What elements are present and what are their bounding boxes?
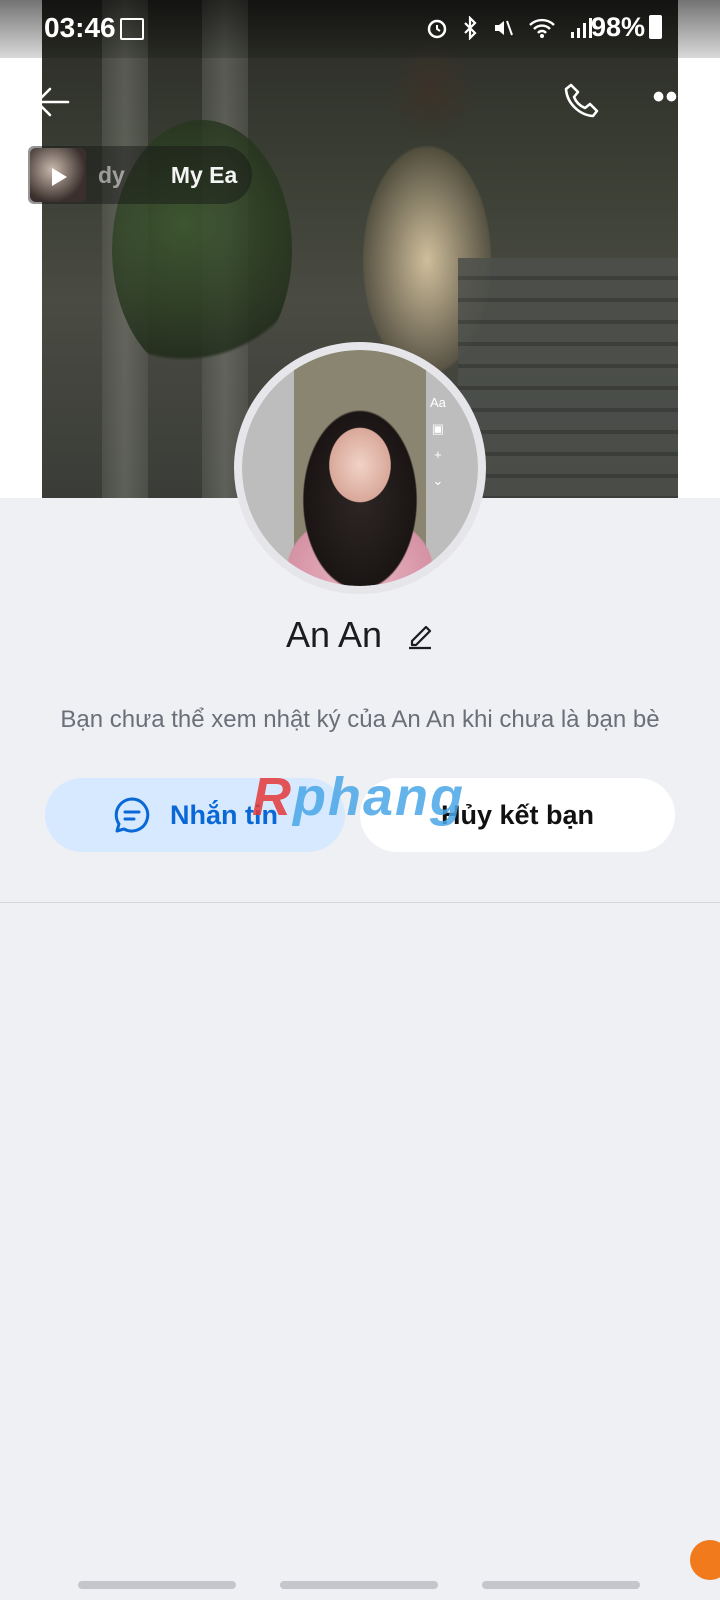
music-title: dy My Ea (98, 162, 237, 189)
privacy-note: Bạn chưa thể xem nhật ký của An An khi c… (60, 706, 660, 733)
status-bar: 03:46 98% (0, 0, 720, 58)
nav-home-button[interactable] (280, 1581, 438, 1589)
message-button[interactable]: Nhắn tin (45, 778, 345, 852)
play-icon[interactable] (52, 168, 67, 186)
nav-recents-button[interactable] (78, 1581, 236, 1589)
sticker-tool-icon: ▣ (431, 421, 445, 436)
effect-tool-icon: + (434, 447, 442, 462)
avatar[interactable]: Aa ▣ + ⌄ (234, 342, 486, 594)
bluetooth-icon (464, 16, 477, 40)
mute-icon (495, 20, 513, 36)
music-title-main: My Ea (170, 162, 238, 188)
section-divider (0, 902, 720, 903)
chat-bubble-icon (114, 797, 150, 833)
signal-icon (571, 18, 592, 38)
floating-assist-button[interactable] (690, 1540, 720, 1580)
alarm-icon (427, 19, 447, 39)
text-tool-icon: Aa (430, 395, 446, 410)
back-button[interactable] (30, 80, 74, 124)
avatar-photo-tools: Aa ▣ + ⌄ (430, 390, 446, 494)
profile-name-row: An An (0, 612, 720, 656)
status-time: 03:46 (44, 12, 116, 43)
message-button-label: Nhắn tin (170, 799, 278, 830)
chevron-down-icon: ⌄ (432, 473, 444, 488)
battery-percent: 98% (590, 12, 645, 42)
unfriend-button-label: Hủy kết bạn (440, 799, 595, 830)
unfriend-button[interactable]: Hủy kết bạn (360, 778, 675, 852)
image-icon (120, 18, 144, 40)
phone-icon (564, 83, 599, 118)
nav-back-button[interactable] (482, 1581, 640, 1589)
more-options-button[interactable]: ••• (650, 80, 694, 120)
arrow-left-icon (35, 87, 70, 117)
status-icons (426, 16, 592, 40)
battery-icon (649, 15, 662, 39)
music-title-faded: dy (98, 162, 125, 188)
system-nav-bar (0, 1575, 720, 1600)
wifi-icon (529, 18, 555, 38)
more-horizontal-icon: ••• (652, 78, 692, 116)
edit-name-icon[interactable] (406, 619, 434, 651)
profile-name: An An (285, 614, 383, 656)
cover-stairs (458, 258, 678, 498)
call-button[interactable] (562, 80, 606, 124)
